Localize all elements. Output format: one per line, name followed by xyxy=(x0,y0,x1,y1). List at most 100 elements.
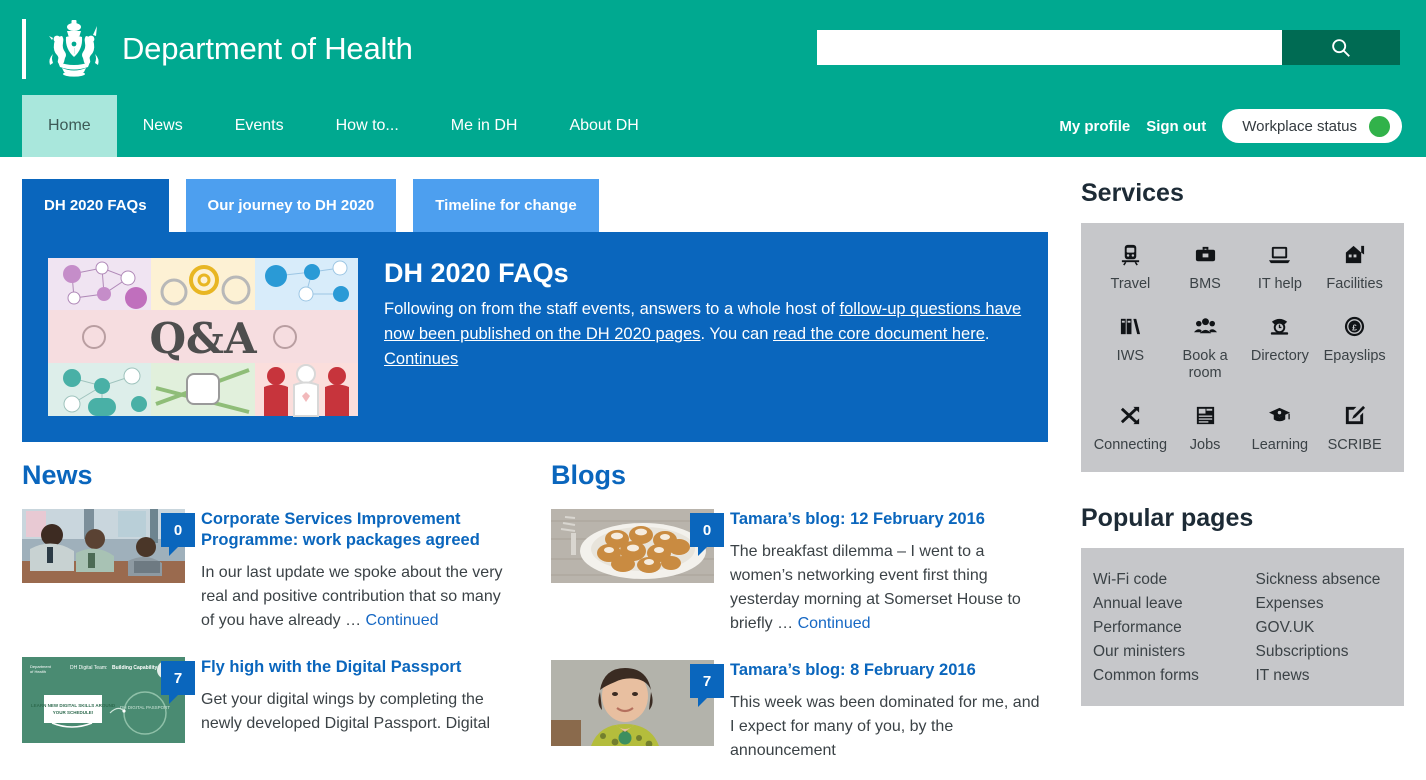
service-label: SCRIBE xyxy=(1327,437,1382,453)
svg-text:of Health: of Health xyxy=(30,669,46,674)
service-label: IWS xyxy=(1116,348,1145,364)
account-controls: My profile Sign out Workplace status xyxy=(1059,95,1402,157)
newspaper-icon xyxy=(1194,404,1217,432)
site-masthead: Department of Health xyxy=(0,0,1426,95)
service-label: Travel xyxy=(1110,276,1151,292)
popular-link-expenses[interactable]: Expenses xyxy=(1256,592,1393,616)
svg-text:Q&A: Q&A xyxy=(149,314,258,363)
laptop-icon xyxy=(1268,243,1291,271)
site-search[interactable] xyxy=(817,30,1400,65)
feature-link-continues[interactable]: Continues xyxy=(384,350,458,368)
popular-link-subscriptions[interactable]: Subscriptions xyxy=(1256,640,1393,664)
nav-item-events[interactable]: Events xyxy=(209,95,310,157)
sign-out-link[interactable]: Sign out xyxy=(1146,118,1206,135)
service-iws[interactable]: IWS xyxy=(1093,315,1168,382)
popular-link-it-news[interactable]: IT news xyxy=(1256,664,1393,688)
feature-content: DH 2020 FAQs Following on from the staff… xyxy=(384,254,1026,420)
service-scribe[interactable]: SCRIBE xyxy=(1317,404,1392,454)
pencil-edit-icon xyxy=(1343,404,1366,432)
nav-item-news[interactable]: News xyxy=(117,95,209,157)
search-input[interactable] xyxy=(817,30,1282,65)
popular-link-annual-leave[interactable]: Annual leave xyxy=(1093,592,1230,616)
tab-label: DH 2020 FAQs xyxy=(44,197,147,214)
popular-link-common-forms[interactable]: Common forms xyxy=(1093,664,1230,688)
search-button[interactable] xyxy=(1282,30,1400,65)
blog-title[interactable]: Tamara’s blog: 8 February 2016 xyxy=(730,660,1047,681)
page-body: DH 2020 FAQs Our journey to DH 2020 Time… xyxy=(0,157,1426,780)
nav-item-about-dh[interactable]: About DH xyxy=(543,95,664,157)
news-item[interactable]: Department of Health DH Digital Team: Bu… xyxy=(22,657,518,743)
story-body: Corporate Services Improvement Programme… xyxy=(201,509,518,633)
service-epayslips[interactable]: £ Epayslips xyxy=(1317,315,1392,382)
thumbnail-wrap[interactable]: 0 xyxy=(22,509,195,583)
q-and-a-collage-image[interactable]: Q&A xyxy=(44,254,362,420)
workplace-status-label: Workplace status xyxy=(1242,117,1357,135)
nav-label: Events xyxy=(234,117,284,134)
nav-label: Me in DH xyxy=(450,117,518,134)
story-body: Tamara’s blog: 12 February 2016 The brea… xyxy=(730,509,1047,636)
thumbnail-wrap[interactable]: 7 xyxy=(551,660,724,746)
service-label: Jobs xyxy=(1189,437,1221,453)
nav-label: Home xyxy=(48,117,91,134)
service-label: IT help xyxy=(1257,276,1302,292)
service-connecting[interactable]: Connecting xyxy=(1093,404,1168,454)
thumbnail-wrap[interactable]: 0 xyxy=(551,509,724,583)
nav-item-home[interactable]: Home xyxy=(22,95,117,157)
blogs-section: Blogs 0 Tamara’s blog: 12 February 2016 … xyxy=(551,460,1047,780)
blog-item[interactable]: 7 Tamara’s blog: 8 February 2016 This we… xyxy=(551,660,1047,763)
nav-label: About DH xyxy=(569,117,639,134)
popular-link-sickness-absence[interactable]: Sickness absence xyxy=(1256,568,1393,592)
thumbnail-wrap[interactable]: Department of Health DH Digital Team: Bu… xyxy=(22,657,195,743)
services-grid: Travel BMS IT help Facilities IWS Book a… xyxy=(1093,243,1392,454)
my-profile-link[interactable]: My profile xyxy=(1059,118,1130,135)
news-continued-link[interactable]: Continued xyxy=(366,612,439,629)
blog-title[interactable]: Tamara’s blog: 12 February 2016 xyxy=(730,509,1047,530)
service-facilities[interactable]: Facilities xyxy=(1317,243,1392,293)
news-title[interactable]: Fly high with the Digital Passport xyxy=(201,657,518,678)
svg-text:£: £ xyxy=(1352,322,1357,332)
workplace-status-button[interactable]: Workplace status xyxy=(1222,109,1402,143)
service-it-help[interactable]: IT help xyxy=(1243,243,1318,293)
feature-title: DH 2020 FAQs xyxy=(384,258,569,288)
service-learning[interactable]: Learning xyxy=(1243,404,1318,454)
service-travel[interactable]: Travel xyxy=(1093,243,1168,293)
popular-column-2: Sickness absence Expenses GOV.UK Subscri… xyxy=(1256,568,1393,688)
feature-text-3: . xyxy=(984,325,990,343)
popular-column-1: Wi-Fi code Annual leave Performance Our … xyxy=(1093,568,1230,688)
news-title[interactable]: Corporate Services Improvement Programme… xyxy=(201,509,518,551)
service-directory[interactable]: Directory xyxy=(1243,315,1318,382)
popular-link-gov-uk[interactable]: GOV.UK xyxy=(1256,616,1393,640)
nav-item-how-to[interactable]: How to... xyxy=(310,95,425,157)
tab-label: Timeline for change xyxy=(435,197,577,214)
svg-text:YOUR SCHEDULE!: YOUR SCHEDULE! xyxy=(53,710,94,715)
blog-continued-link[interactable]: Continued xyxy=(798,615,871,632)
carousel-tab-journey[interactable]: Our journey to DH 2020 xyxy=(185,179,397,232)
service-bms[interactable]: BMS xyxy=(1168,243,1243,293)
nav-item-me-in-dh[interactable]: Me in DH xyxy=(425,95,544,157)
feature-banner: Q&A DH 2020 FAQs Following on from the s… xyxy=(22,232,1048,442)
feature-link-core-document[interactable]: read the core document here xyxy=(773,325,985,343)
news-and-blogs: News 0 Corporate Services Improvement Pr… xyxy=(22,460,1048,780)
story-body: Tamara’s blog: 8 February 2016 This week… xyxy=(730,660,1047,763)
popular-pages-panel: Wi-Fi code Annual leave Performance Our … xyxy=(1081,548,1404,706)
service-jobs[interactable]: Jobs xyxy=(1168,404,1243,454)
blog-item[interactable]: 0 Tamara’s blog: 12 February 2016 The br… xyxy=(551,509,1047,636)
brand-lockup[interactable]: Department of Health xyxy=(22,18,413,80)
svg-text:Building Capability: Building Capability xyxy=(112,665,157,671)
news-excerpt: In our last update we spoke about the ve… xyxy=(201,561,518,633)
feature-description: Following on from the staff events, answ… xyxy=(384,297,1026,372)
services-heading: Services xyxy=(1081,179,1184,207)
carousel-tab-faqs[interactable]: DH 2020 FAQs xyxy=(22,179,169,232)
popular-link-performance[interactable]: Performance xyxy=(1093,616,1230,640)
search-icon xyxy=(1332,38,1350,57)
popular-link-our-ministers[interactable]: Our ministers xyxy=(1093,640,1230,664)
nav-label: News xyxy=(142,117,183,134)
service-book-a-room[interactable]: Book a room xyxy=(1168,315,1243,382)
carousel-tab-timeline[interactable]: Timeline for change xyxy=(413,179,599,232)
popular-link-wifi-code[interactable]: Wi-Fi code xyxy=(1093,568,1230,592)
comment-count-badge: 0 xyxy=(161,513,195,556)
news-item[interactable]: 0 Corporate Services Improvement Program… xyxy=(22,509,518,633)
svg-text:LEARN NEW DIGITAL SKILLS AROUN: LEARN NEW DIGITAL SKILLS AROUND xyxy=(31,703,116,708)
service-label: Facilities xyxy=(1326,276,1383,292)
royal-coat-of-arms-icon xyxy=(49,20,99,77)
